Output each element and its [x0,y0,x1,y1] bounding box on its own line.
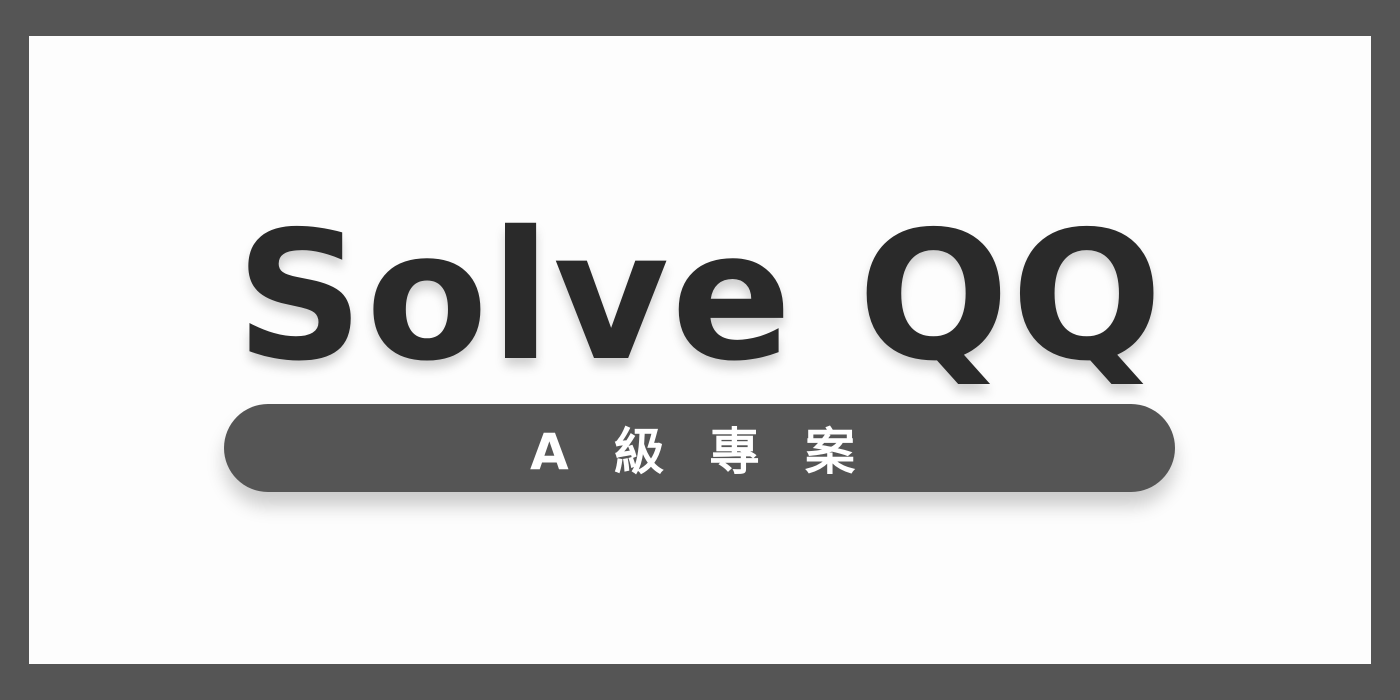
badge-label: A 級 專 案 [530,423,869,481]
grade-badge: A 級 專 案 [224,404,1175,492]
page-title: Solve QQ [235,193,1165,400]
